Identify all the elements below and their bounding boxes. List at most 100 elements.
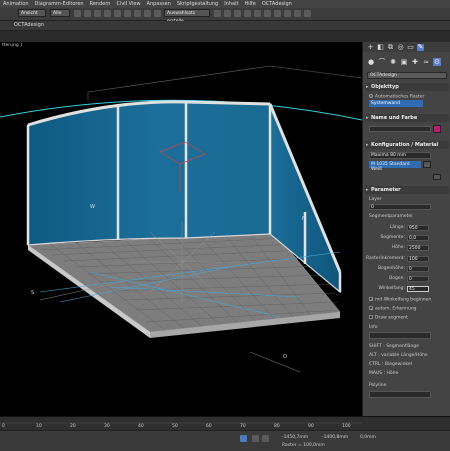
tool-icon[interactable]: [94, 10, 101, 17]
viewport-scene: W N S O: [0, 65, 362, 373]
name-input[interactable]: [369, 126, 431, 132]
hierarchy-tab-icon[interactable]: ⧉: [387, 43, 394, 51]
viewport[interactable]: W N S O tterung ]: [0, 42, 362, 416]
menu-hilfe[interactable]: Hilfe: [241, 1, 258, 7]
category-icons: ● ⌒ ✺ ▣ ✚ ≈ ⚙: [363, 56, 450, 68]
systemwand-button[interactable]: Systemwand: [369, 100, 423, 107]
autom-label: autom. Erkennung: [375, 306, 417, 312]
menu-anpassen[interactable]: Anpassen: [144, 1, 174, 7]
tool-icon[interactable]: [244, 10, 251, 17]
timeline[interactable]: 0 10 20 30 40 50 60 70 80 90 100: [0, 416, 450, 431]
tick-label: 40: [138, 424, 144, 429]
status-icon[interactable]: [252, 435, 259, 442]
lights-icon[interactable]: ✺: [389, 58, 397, 66]
selection-set-dropdown[interactable]: Auswahlsatz erstelle: [164, 9, 210, 24]
status-icon[interactable]: [262, 435, 269, 442]
bogenhoehe-input[interactable]: 0: [407, 266, 429, 272]
coord-x[interactable]: -1450,7mm: [282, 435, 308, 440]
panel-tabs: + ◧ ⧉ ◎ ▭ ✎: [363, 42, 450, 52]
bogen-input[interactable]: 0: [407, 276, 429, 282]
view-dropdown[interactable]: Ansicht: [18, 9, 46, 17]
color-swatch[interactable]: [433, 125, 441, 133]
segmente-input[interactable]: 0,0: [407, 235, 429, 241]
helpers-icon[interactable]: ✚: [411, 58, 419, 66]
parameter-header[interactable]: Parameter: [365, 186, 449, 194]
material-dropdown[interactable]: M 1035 Standard Weiß: [369, 161, 421, 172]
tick-label: 10: [36, 424, 42, 429]
geometry-icon[interactable]: ●: [367, 58, 375, 66]
create-tab-icon[interactable]: +: [367, 43, 374, 51]
command-panel: + ◧ ⧉ ◎ ▭ ✎ ● ⌒ ✺ ▣ ✚ ≈ ⚙ OCTAdesign Obj…: [362, 42, 450, 416]
tick-label: 80: [274, 424, 280, 429]
tick-label: 0: [2, 424, 5, 429]
info-field: [369, 332, 431, 339]
info-line: MAUS : Höhe: [369, 371, 399, 376]
tool-icon[interactable]: [144, 10, 151, 17]
menu-rendern[interactable]: Rendern: [87, 1, 114, 7]
menu-civil-view[interactable]: Civil View: [113, 1, 143, 7]
layer-dropdown[interactable]: 0: [369, 204, 431, 210]
lock-icon[interactable]: [240, 435, 247, 442]
tool-icon[interactable]: [274, 10, 281, 17]
wall-back: [27, 101, 271, 246]
laenge-label: Länge:: [389, 225, 405, 230]
tool-icon[interactable]: [254, 10, 261, 17]
tool-icon[interactable]: [264, 10, 271, 17]
winkel-input[interactable]: 45: [407, 286, 429, 292]
bogen-label: Bogen:: [389, 276, 405, 281]
tool-icon[interactable]: [214, 10, 221, 17]
viewport-label[interactable]: tterung ]: [2, 43, 22, 48]
display-tab-icon[interactable]: ▭: [407, 43, 414, 51]
tool-icon[interactable]: [104, 10, 111, 17]
status-bar: -1450,7mm -1400,8mm 0,0mm Raster = 100,0…: [0, 430, 450, 451]
rasterinkrement-input[interactable]: 100: [407, 256, 429, 262]
objekttyp-header[interactable]: Objekttyp: [365, 83, 449, 91]
secondary-toolbar: OCTAdesign: [0, 21, 450, 31]
winkel-label: Winkelfang:: [378, 286, 405, 291]
tool-icon[interactable]: [134, 10, 141, 17]
category-dropdown[interactable]: OCTAdesign: [367, 72, 447, 79]
name-header[interactable]: Name und Farbe: [365, 114, 449, 122]
axis-label-w: W: [90, 204, 95, 210]
menu-octadesign[interactable]: OCTAdesign: [259, 1, 295, 7]
tool-icon[interactable]: [114, 10, 121, 17]
tool-icon[interactable]: [284, 10, 291, 17]
laenge-input[interactable]: 950: [407, 225, 429, 231]
auto-grid-checkbox[interactable]: Automatisches Raster: [369, 94, 424, 100]
konfig-header[interactable]: Konfiguration / Material: [365, 141, 449, 149]
polyline-button[interactable]: [369, 391, 431, 398]
tool-icon[interactable]: [124, 10, 131, 17]
bogenhoehe-label: Bogenhöhe:: [377, 266, 405, 271]
modify-tab-icon[interactable]: ◧: [377, 43, 384, 51]
tool-icon[interactable]: [304, 10, 311, 17]
auto-grid-label: Automatisches Raster: [375, 94, 425, 100]
tool-icon[interactable]: [234, 10, 241, 17]
tool-icon[interactable]: [154, 10, 161, 17]
coord-y[interactable]: -1400,8mm: [322, 435, 348, 440]
menu-inhalt[interactable]: Inhalt: [221, 1, 241, 7]
material-more-button[interactable]: …: [423, 161, 431, 168]
tool-icon[interactable]: [84, 10, 91, 17]
tool-icon[interactable]: [294, 10, 301, 17]
config-extra-button[interactable]: [433, 174, 441, 180]
menu-animation[interactable]: Animation: [0, 1, 32, 7]
winkelfang-checkbox[interactable]: ✓ mit Winkelfang beginnen: [369, 297, 431, 303]
tool-icon[interactable]: [74, 10, 81, 17]
coord-z[interactable]: 0,0mm: [360, 435, 376, 440]
utilities-tab-icon[interactable]: ✎: [417, 43, 424, 51]
layer-label: Layer: [369, 197, 382, 202]
shapes-icon[interactable]: ⌒: [378, 58, 386, 66]
filter-dropdown[interactable]: Alle: [50, 9, 70, 17]
spacewarps-icon[interactable]: ≈: [422, 58, 430, 66]
hoehe-input[interactable]: 2500: [407, 245, 429, 251]
octadesign-tab[interactable]: OCTAdesign: [14, 21, 44, 30]
menu-skript[interactable]: Skriptgestaltung: [174, 1, 221, 7]
tool-icon[interactable]: [224, 10, 231, 17]
profile-dropdown[interactable]: Maxima 80 mm: [369, 152, 431, 159]
motion-tab-icon[interactable]: ◎: [397, 43, 404, 51]
cameras-icon[interactable]: ▣: [400, 58, 408, 66]
menu-diagramm[interactable]: Diagramm-Editoren: [32, 1, 87, 7]
draw-segment-checkbox[interactable]: Draw segment: [369, 315, 408, 321]
autom-checkbox[interactable]: ✓ autom. Erkennung: [369, 306, 417, 312]
systems-icon[interactable]: ⚙: [433, 58, 441, 66]
